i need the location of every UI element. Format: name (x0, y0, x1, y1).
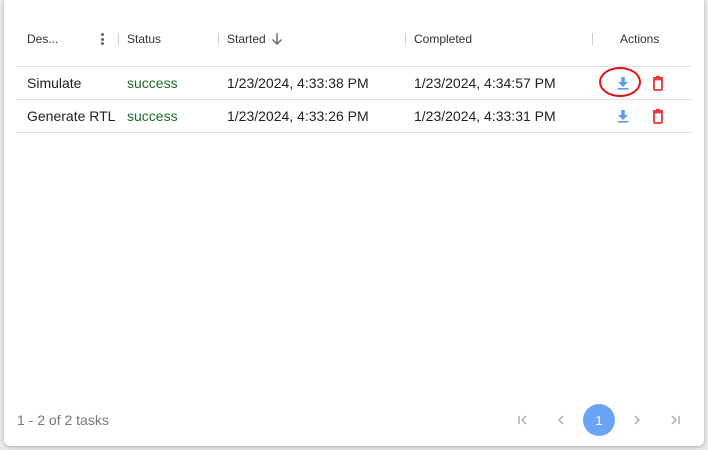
pagination-summary: 1 - 2 of 2 tasks (17, 412, 109, 428)
cell-started: 1/23/2024, 4:33:38 PM (227, 75, 369, 91)
header-actions: Actions (620, 32, 660, 46)
next-page-button[interactable] (621, 404, 653, 436)
column-separator[interactable] (592, 33, 593, 45)
chevron-left-icon (558, 415, 564, 425)
prev-page-button[interactable] (545, 404, 577, 436)
current-page-button[interactable]: 1 (583, 404, 615, 436)
last-page-icon (671, 415, 680, 425)
more-vert-icon[interactable] (101, 33, 105, 47)
column-separator[interactable] (118, 33, 119, 45)
chevron-right-icon (634, 415, 640, 425)
cell-started: 1/23/2024, 4:33:26 PM (227, 108, 369, 124)
cell-status: success (127, 108, 178, 124)
cell-completed: 1/23/2024, 4:34:57 PM (414, 75, 556, 91)
header-started[interactable]: Started (227, 18, 266, 66)
header-description[interactable]: Des... (27, 18, 58, 66)
trash-icon[interactable] (650, 75, 666, 91)
header-completed[interactable]: Completed (414, 18, 472, 66)
tasks-card: Des... Status Started Completed Actions … (4, 0, 704, 446)
first-page-icon (518, 415, 527, 425)
last-page-button[interactable] (659, 404, 691, 436)
cell-completed: 1/23/2024, 4:33:31 PM (414, 108, 556, 124)
table-row[interactable]: Simulate success 1/23/2024, 4:33:38 PM 1… (16, 67, 691, 100)
header-status[interactable]: Status (127, 18, 161, 66)
download-icon[interactable] (615, 75, 631, 91)
download-icon[interactable] (615, 108, 631, 124)
tasks-table: Des... Status Started Completed Actions … (16, 18, 691, 133)
column-separator[interactable] (218, 33, 219, 45)
cell-description: Generate RTL (27, 108, 116, 124)
cell-status: success (127, 75, 178, 91)
arrow-down-icon[interactable] (271, 32, 283, 46)
cell-description: Simulate (27, 75, 82, 91)
table-footer: 1 - 2 of 2 tasks 1 (17, 403, 697, 437)
column-separator[interactable] (405, 33, 406, 45)
trash-icon[interactable] (650, 108, 666, 124)
table-header: Des... Status Started Completed Actions (16, 18, 691, 67)
table-row[interactable]: Generate RTL success 1/23/2024, 4:33:26 … (16, 100, 691, 133)
first-page-button[interactable] (507, 404, 539, 436)
